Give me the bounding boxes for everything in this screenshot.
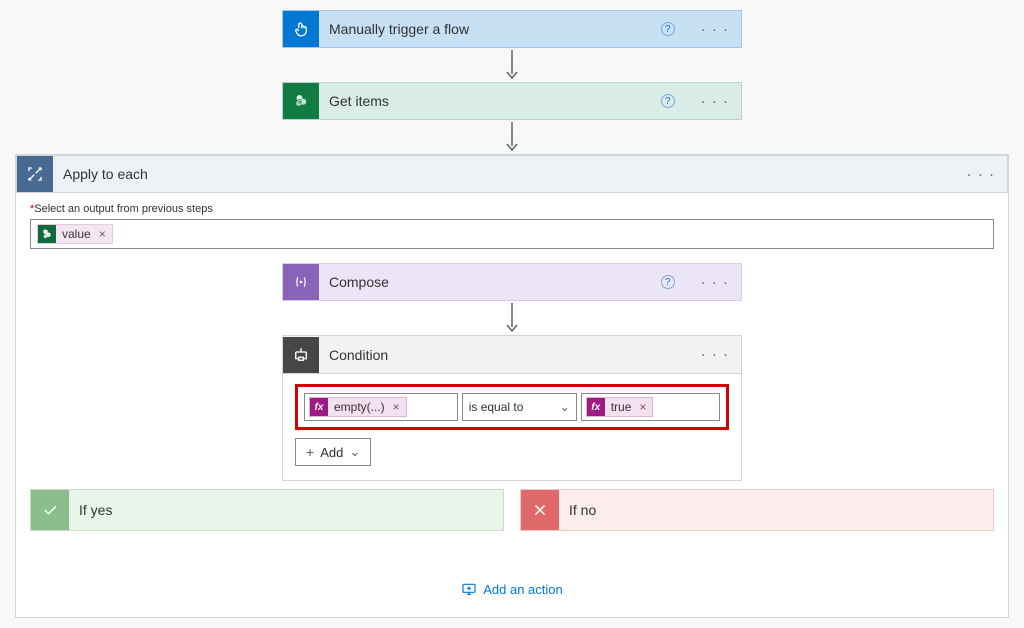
- trigger-title: Manually trigger a flow: [329, 21, 651, 37]
- more-menu[interactable]: · · ·: [689, 21, 741, 38]
- condition-title: Condition: [329, 347, 679, 363]
- more-menu[interactable]: · · ·: [689, 346, 741, 363]
- value-token[interactable]: value ×: [37, 224, 113, 244]
- add-condition-button[interactable]: + Add ⌄: [295, 438, 371, 466]
- output-field-label: *Select an output from previous steps: [30, 203, 994, 215]
- apply-to-each-container: Apply to each · · · *Select an output fr…: [15, 154, 1009, 618]
- fx-icon: fx: [310, 398, 328, 416]
- get-items-title: Get items: [329, 93, 651, 109]
- more-menu[interactable]: · · ·: [689, 274, 741, 291]
- compose-icon: [283, 264, 319, 300]
- if-yes-branch[interactable]: If yes: [30, 489, 504, 531]
- svg-text:S: S: [298, 99, 302, 105]
- add-action-icon: [461, 581, 477, 597]
- condition-left-operand[interactable]: fx empty(...) ×: [304, 393, 458, 421]
- apply-to-each-header[interactable]: Apply to each · · ·: [16, 155, 1008, 193]
- remove-token[interactable]: ×: [391, 400, 402, 414]
- more-menu[interactable]: · · ·: [955, 166, 1007, 183]
- loop-icon: [17, 156, 53, 192]
- condition-operator-select[interactable]: is equal to ⌄: [462, 393, 577, 421]
- add-label: Add: [320, 445, 343, 460]
- apply-to-each-title: Apply to each: [63, 166, 945, 182]
- more-menu[interactable]: · · ·: [689, 93, 741, 110]
- add-action-label: Add an action: [483, 582, 563, 597]
- if-no-label: If no: [569, 502, 596, 518]
- remove-token[interactable]: ×: [637, 400, 648, 414]
- get-items-card[interactable]: S Get items ? · · ·: [282, 82, 742, 120]
- help-icon[interactable]: ?: [661, 22, 675, 36]
- fx-expr: true: [609, 400, 634, 414]
- chevron-down-icon: ⌄: [349, 444, 360, 460]
- plus-icon: +: [306, 444, 314, 460]
- condition-card: Condition · · · fx empty(...) ×: [282, 335, 742, 481]
- connector-arrow: [505, 48, 519, 82]
- remove-token[interactable]: ×: [97, 227, 108, 241]
- fx-expr: empty(...): [332, 400, 387, 414]
- help-icon[interactable]: ?: [661, 94, 675, 108]
- help-icon[interactable]: ?: [661, 275, 675, 289]
- fx-icon: fx: [587, 398, 605, 416]
- if-yes-label: If yes: [79, 502, 112, 518]
- touch-icon: [283, 11, 319, 47]
- operator-label: is equal to: [469, 400, 524, 414]
- condition-expression-row: fx empty(...) × is equal to ⌄ fx: [295, 384, 729, 430]
- condition-icon: [283, 337, 319, 373]
- connector-arrow: [505, 120, 519, 154]
- output-field[interactable]: value ×: [30, 219, 994, 249]
- condition-right-operand[interactable]: fx true ×: [581, 393, 720, 421]
- sharepoint-token-icon: [38, 225, 56, 243]
- connector-arrow: [505, 301, 519, 335]
- sharepoint-icon: S: [283, 83, 319, 119]
- trigger-card[interactable]: Manually trigger a flow ? · · ·: [282, 10, 742, 48]
- add-action-button[interactable]: Add an action: [16, 581, 1008, 597]
- fx-token-true[interactable]: fx true ×: [586, 397, 654, 417]
- chevron-down-icon: ⌄: [560, 400, 570, 414]
- close-icon: [521, 490, 559, 530]
- condition-header[interactable]: Condition · · ·: [283, 336, 741, 374]
- if-no-branch[interactable]: If no: [520, 489, 994, 531]
- compose-card[interactable]: Compose ? · · ·: [282, 263, 742, 301]
- check-icon: [31, 490, 69, 530]
- compose-title: Compose: [329, 274, 651, 290]
- token-label: value: [60, 227, 93, 241]
- fx-token-empty[interactable]: fx empty(...) ×: [309, 397, 407, 417]
